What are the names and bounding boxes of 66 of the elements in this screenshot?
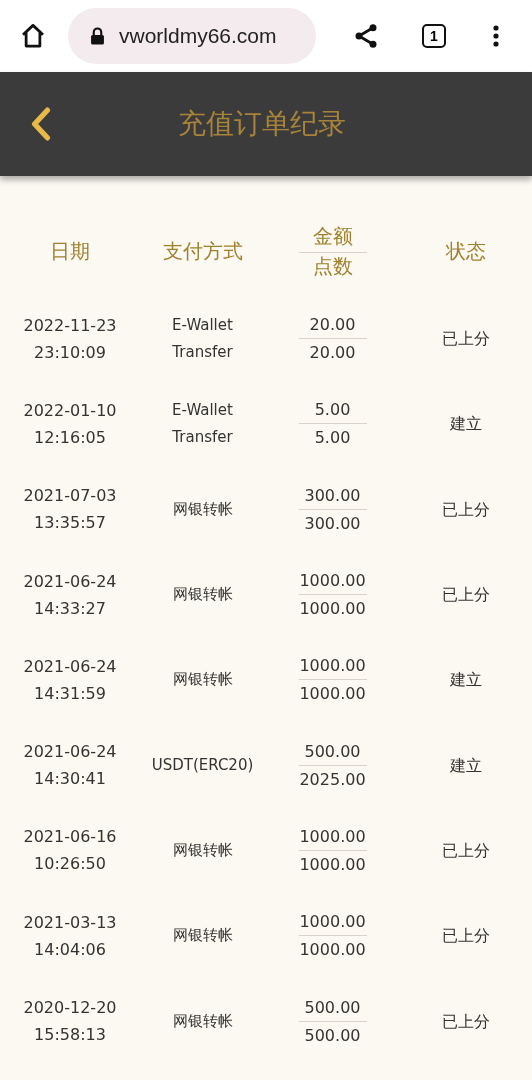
status-cell-text: 建立 [450, 669, 482, 692]
time-cell-text: 14:33:27 [34, 597, 106, 620]
points-cell-text: 2025.00 [298, 768, 367, 791]
status-cell-text: 已上分 [442, 498, 490, 521]
amount-cell: 500.00 [298, 993, 367, 1022]
time-cell-text: 12:16:05 [34, 426, 106, 449]
status-cell-text: 已上分 [442, 925, 490, 948]
date-cell-text: 2021-06-24 [23, 570, 117, 593]
lock-icon [90, 27, 105, 45]
amount-cell: 1000.00 [298, 652, 367, 681]
points-cell-text: 300.00 [303, 512, 362, 535]
amount-cell: 300.00 [298, 481, 367, 510]
payment-method-cell-text: USDT(ERC20) [151, 754, 254, 776]
payment-method-cell-text: E-Wallet Transfer [171, 399, 234, 448]
time-cell-text: 23:10:09 [34, 341, 106, 364]
amount-cell: 20.00 [298, 311, 367, 340]
url-text: vworldmy66.com [119, 24, 277, 48]
status-cell-text: 已上分 [442, 839, 490, 862]
tab-count-button[interactable]: 1 [422, 24, 446, 48]
payment-method-cell-text: 网银转帐 [172, 925, 233, 947]
points-cell-text: 5.00 [313, 427, 352, 450]
time-cell-text: 14:04:06 [34, 938, 106, 961]
column-header: 支付方式 [162, 237, 243, 265]
column-header: 点数 [312, 252, 353, 280]
time-cell-text: 10:26:50 [34, 853, 106, 876]
date-cell-text: 2022-01-10 [23, 399, 117, 422]
amount-cell: 500.00 [298, 737, 367, 766]
amount-cell: 1000.00 [298, 908, 367, 937]
time-cell-text: 13:35:57 [34, 512, 106, 535]
status-cell-text: 已上分 [442, 584, 490, 607]
payment-method-cell-text: 网银转帐 [172, 498, 233, 520]
back-icon[interactable] [30, 107, 52, 141]
status-cell-text: 建立 [450, 413, 482, 436]
time-cell-text: 15:58:13 [34, 1024, 106, 1046]
menu-icon[interactable] [492, 23, 500, 49]
date-cell-text: 2022-11-23 [23, 314, 117, 337]
date-cell-text: 2021-06-24 [23, 741, 117, 764]
points-cell-text: 500.00 [303, 1024, 362, 1047]
amount-cell: 1000.00 [298, 822, 367, 851]
date-cell-text: 2020-12-20 [23, 997, 117, 1019]
column-header: 金额 [298, 222, 367, 253]
points-cell-text: 1000.00 [298, 683, 367, 706]
amount-cell: 5.00 [298, 396, 367, 425]
payment-method-cell-text: 网银转帐 [172, 669, 233, 691]
column-header: 日期 [50, 237, 90, 265]
address-bar[interactable]: vworldmy66.com [68, 8, 316, 64]
status-cell-text: 已上分 [442, 1010, 490, 1033]
points-cell-text: 1000.00 [298, 939, 367, 962]
payment-method-cell-text: E-Wallet Transfer [171, 314, 234, 363]
status-cell-text: 建立 [450, 754, 482, 777]
points-cell-text: 20.00 [308, 342, 357, 365]
payment-method-cell-text: 网银转帐 [172, 584, 233, 606]
time-cell-text: 14:31:59 [34, 682, 106, 705]
time-cell-text: 14:30:41 [34, 768, 106, 791]
date-cell-text: 2021-03-13 [23, 911, 117, 934]
page-title: 充值订单纪录 [178, 106, 346, 142]
status-cell-text: 已上分 [442, 328, 490, 351]
points-cell-text: 1000.00 [298, 853, 367, 876]
date-cell-text: 2021-07-03 [23, 485, 117, 508]
date-cell-text: 2021-06-24 [23, 655, 117, 678]
date-cell-text: 2021-06-16 [23, 826, 117, 849]
amount-cell: 1000.00 [298, 567, 367, 596]
payment-method-cell-text: 网银转帐 [172, 1010, 233, 1032]
points-cell-text: 1000.00 [298, 598, 367, 621]
column-header: 状态 [446, 237, 486, 265]
payment-method-cell-text: 网银转帐 [172, 839, 233, 861]
